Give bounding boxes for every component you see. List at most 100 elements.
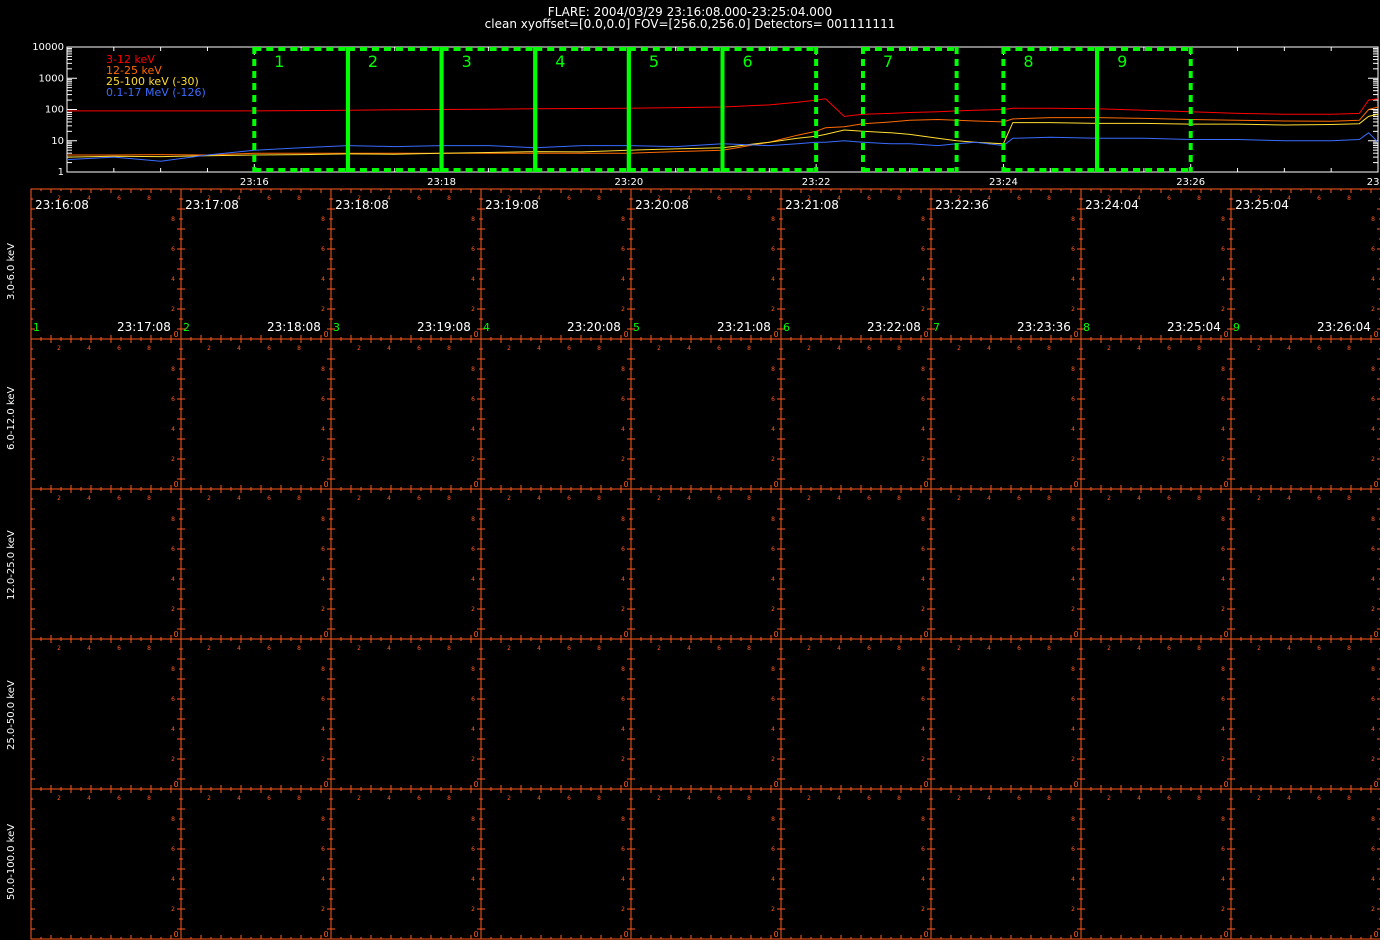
cell-tick-label-y: 8	[621, 816, 625, 823]
cell-tick-label-x: 2	[507, 495, 511, 502]
cell-tick-label-y: 4	[1071, 276, 1075, 283]
image-cell: 2 2 4 4 6 6 8 8 0	[330, 788, 482, 940]
cell-corner-tick-label: 0	[173, 480, 178, 489]
column-start-time: 23:25:04	[1235, 198, 1289, 212]
cell-tick-label-y: 2	[921, 906, 925, 913]
cell-tick-label-y: 2	[1221, 456, 1225, 463]
cell-corner-tick-label: 0	[923, 780, 928, 789]
cell-tick-label-x: 6	[1317, 195, 1321, 202]
image-cell: 2 2 4 4 6 6 8 8 0	[30, 788, 182, 940]
cell-tick-label-x: 6	[417, 795, 421, 802]
cell-tick-label-x: 4	[987, 645, 991, 652]
cell-tick-label-y: 2	[771, 456, 775, 463]
image-cell: 2 2 4 4 6 6 8 8 0	[930, 488, 1082, 640]
cell-tick-label-x: 8	[897, 345, 901, 352]
cell-tick-label-y: 2	[621, 606, 625, 613]
cell-tick-label-y: 8	[171, 216, 175, 223]
cell-tick-label-x: 8	[447, 645, 451, 652]
image-cell: 2 2 4 4 6 6 8 8 0	[780, 638, 932, 790]
cell-tick-label-x: 6	[267, 645, 271, 652]
cell-tick-label-x: 6	[1167, 495, 1171, 502]
image-cell-frame	[30, 788, 182, 940]
cell-tick-label-y: 8	[1221, 516, 1225, 523]
cell-tick-label-y: 8	[921, 666, 925, 673]
cell-tick-label-y: 8	[171, 516, 175, 523]
cell-tick-label-x: 4	[837, 495, 841, 502]
cell-tick-label-y: 8	[1371, 816, 1375, 823]
column-start-time: 23:19:08	[485, 198, 539, 212]
cell-tick-label-y: 4	[621, 276, 625, 283]
image-cell: 2 2 4 4 6 6 8 8 0	[930, 338, 1082, 490]
cell-tick-label-y: 6	[1371, 246, 1375, 253]
cell-tick-label-y: 2	[921, 306, 925, 313]
cell-corner-tick-label: 0	[623, 630, 628, 639]
cell-tick-label-y: 8	[1371, 516, 1375, 523]
cell-tick-label-x: 4	[87, 345, 91, 352]
cell-tick-label-x: 4	[1287, 495, 1291, 502]
energy-band-label: 50.0-100.0 keV	[6, 823, 17, 900]
cell-tick-label-x: 8	[1047, 195, 1051, 202]
cell-tick-label-y: 8	[621, 516, 625, 523]
cell-tick-label-x: 4	[987, 795, 991, 802]
cell-tick-label-y: 4	[171, 276, 175, 283]
cell-tick-label-x: 4	[687, 495, 691, 502]
image-cell: 2 2 4 4 6 6 8 8 0	[630, 338, 782, 490]
cell-tick-label-x: 6	[417, 195, 421, 202]
image-cell: 2 2 4 4 6 6 8 8 0	[780, 338, 932, 490]
cell-tick-label-y: 2	[1371, 906, 1375, 913]
cell-tick-label-y: 2	[171, 306, 175, 313]
cell-tick-label-y: 6	[471, 396, 475, 403]
cell-corner-tick-label: 0	[1223, 330, 1228, 339]
cell-tick-label-y: 2	[1221, 756, 1225, 763]
cell-tick-label-y: 2	[321, 906, 325, 913]
cell-tick-label-x: 4	[387, 345, 391, 352]
cell-tick-label-x: 2	[807, 645, 811, 652]
column-index: 8	[1083, 321, 1090, 334]
cell-tick-label-x: 6	[867, 495, 871, 502]
cell-tick-label-y: 8	[471, 516, 475, 523]
cell-corner-tick-label: 0	[773, 780, 778, 789]
image-cell: 2 2 4 4 6 6 8 8 0	[930, 788, 1082, 940]
column-index: 2	[183, 321, 190, 334]
cell-tick-label-y: 2	[171, 456, 175, 463]
cell-tick-label-y: 6	[1071, 546, 1075, 553]
cell-tick-label-y: 6	[171, 246, 175, 253]
cell-tick-label-y: 2	[1371, 306, 1375, 313]
column-end-time: 23:23:36	[1017, 320, 1071, 334]
cell-tick-label-y: 6	[771, 246, 775, 253]
image-cell-frame	[780, 638, 932, 790]
cell-tick-label-x: 4	[687, 645, 691, 652]
cell-tick-label-x: 8	[1347, 495, 1351, 502]
cell-tick-label-x: 2	[207, 795, 211, 802]
cell-tick-label-y: 6	[1071, 696, 1075, 703]
cell-tick-label-y: 4	[321, 276, 325, 283]
cell-tick-label-x: 8	[1047, 795, 1051, 802]
cell-tick-label-y: 2	[621, 906, 625, 913]
cell-tick-label-y: 2	[471, 456, 475, 463]
column-start-time: 23:20:08	[635, 198, 689, 212]
cell-tick-label-y: 2	[321, 756, 325, 763]
image-cell-frame	[480, 338, 632, 490]
image-cell: 2 2 4 4 6 6 8 8 0	[30, 488, 182, 640]
cell-tick-label-y: 4	[1371, 276, 1375, 283]
cell-tick-label-x: 4	[1287, 795, 1291, 802]
cell-tick-label-x: 4	[537, 645, 541, 652]
cell-tick-label-x: 2	[207, 345, 211, 352]
cell-tick-label-y: 8	[1221, 666, 1225, 673]
cell-corner-tick-label: 0	[1223, 480, 1228, 489]
cell-tick-label-y: 6	[621, 846, 625, 853]
cell-corner-tick-label: 0	[173, 930, 178, 939]
cell-tick-label-x: 6	[717, 795, 721, 802]
cell-tick-label-y: 8	[321, 366, 325, 373]
column-start-time: 23:24:04	[1085, 198, 1139, 212]
cell-tick-label-y: 2	[621, 756, 625, 763]
cell-tick-label-y: 4	[921, 426, 925, 433]
cell-tick-label-x: 4	[537, 345, 541, 352]
cell-tick-label-x: 6	[867, 645, 871, 652]
cell-tick-label-y: 8	[471, 216, 475, 223]
cell-tick-label-x: 6	[567, 645, 571, 652]
cell-tick-label-y: 6	[1071, 846, 1075, 853]
cell-tick-label-y: 8	[1371, 216, 1375, 223]
cell-tick-label-x: 2	[957, 645, 961, 652]
cell-tick-label-y: 6	[1071, 396, 1075, 403]
